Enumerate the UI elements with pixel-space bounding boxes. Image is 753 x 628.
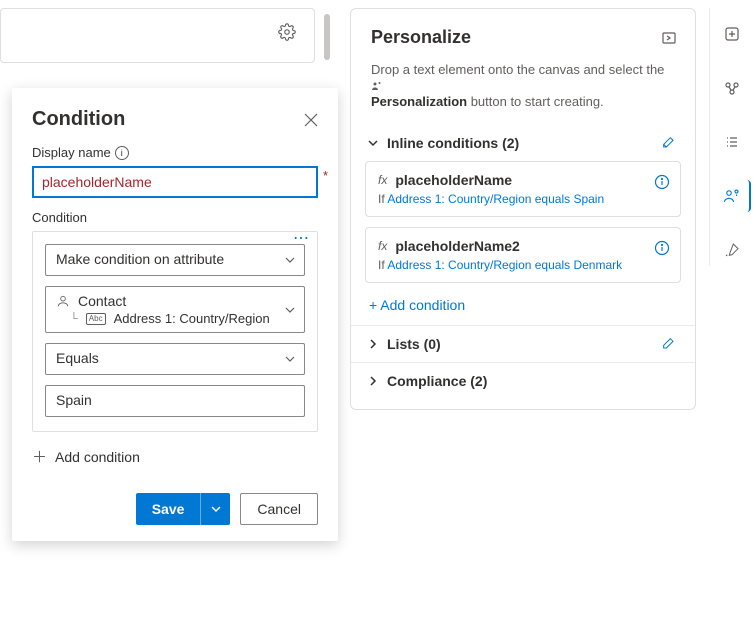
attribute-select[interactable]: Contact └ Abc Address 1: Country/Region	[45, 286, 305, 333]
rail-personalize-icon[interactable]	[719, 180, 751, 212]
cancel-button[interactable]: Cancel	[240, 493, 318, 525]
operator-select[interactable]: Equals	[45, 343, 305, 375]
rail-list-icon[interactable]	[716, 126, 748, 158]
panel-title: Personalize	[371, 27, 471, 48]
condition-summary: Address 1: Country/Region equals Spain	[387, 192, 604, 206]
save-button[interactable]: Save	[136, 493, 201, 525]
condition-builder: ⋯ Make condition on attribute Contact └ …	[32, 231, 318, 432]
personalize-panel: Personalize Drop a text element onto the…	[350, 8, 696, 410]
rail-add-icon[interactable]	[716, 18, 748, 50]
add-condition-label: Add condition	[55, 449, 140, 465]
dialog-title: Condition	[32, 108, 125, 131]
chevron-down-icon	[284, 304, 296, 316]
person-icon	[56, 294, 70, 308]
collapse-icon[interactable]	[661, 30, 677, 46]
panel-help-text: Drop a text element onto the canvas and …	[351, 58, 695, 125]
edit-icon[interactable]	[661, 135, 677, 151]
condition-card[interactable]: fx placeholderName If Address 1: Country…	[365, 161, 681, 217]
condition-mode-value: Make condition on attribute	[56, 251, 224, 267]
info-icon[interactable]	[654, 240, 670, 256]
condition-card[interactable]: fx placeholderName2 If Address 1: Countr…	[365, 227, 681, 283]
rail-brush-icon[interactable]	[716, 234, 748, 266]
display-name-input[interactable]	[32, 166, 318, 198]
rail-relation-icon[interactable]	[716, 72, 748, 104]
value-input[interactable]: Spain	[45, 385, 305, 417]
info-icon[interactable]: i	[115, 146, 129, 160]
condition-summary: Address 1: Country/Region equals Denmark	[387, 258, 622, 272]
canvas-toolbar	[0, 8, 315, 63]
gear-icon[interactable]	[278, 23, 296, 41]
personalization-icon	[371, 80, 675, 92]
edit-icon[interactable]	[661, 336, 677, 352]
required-indicator: *	[323, 168, 328, 183]
display-name-label: Display name i	[32, 145, 318, 160]
section-inline-conditions[interactable]: Inline conditions (2)	[351, 125, 695, 161]
add-condition-button[interactable]: ＋ Add condition	[32, 446, 318, 467]
condition-mode-select[interactable]: Make condition on attribute	[45, 244, 305, 276]
attribute-name: Address 1: Country/Region	[114, 311, 270, 326]
close-icon[interactable]	[304, 113, 318, 127]
canvas-scrollbar[interactable]	[321, 6, 331, 76]
info-icon[interactable]	[654, 174, 670, 190]
chevron-down-icon	[284, 353, 296, 365]
fx-icon: fx	[378, 239, 387, 253]
add-condition-link[interactable]: + Add condition	[351, 293, 695, 325]
section-compliance[interactable]: Compliance (2)	[351, 362, 695, 399]
condition-label: Condition	[32, 210, 318, 225]
section-title: Lists (0)	[387, 336, 441, 352]
condition-name: placeholderName2	[395, 238, 520, 254]
section-lists[interactable]: Lists (0)	[351, 325, 695, 362]
chevron-right-icon	[367, 338, 379, 350]
operator-value: Equals	[56, 350, 99, 366]
save-dropdown-button[interactable]	[200, 493, 230, 525]
fx-icon: fx	[378, 173, 387, 187]
condition-dialog: Condition Display name i * Condition ⋯ M…	[12, 88, 338, 541]
entity-name: Contact	[78, 293, 126, 309]
chevron-down-icon	[367, 137, 379, 149]
chevron-right-icon	[367, 375, 379, 387]
condition-name: placeholderName	[395, 172, 512, 188]
section-title: Inline conditions (2)	[387, 135, 519, 151]
chevron-down-icon	[284, 254, 296, 266]
value-text: Spain	[56, 392, 92, 408]
text-type-icon: Abc	[86, 313, 106, 325]
save-split-button[interactable]: Save	[136, 493, 231, 525]
section-title: Compliance (2)	[387, 373, 487, 389]
right-rail	[709, 8, 753, 266]
tree-branch-icon: └	[70, 313, 78, 325]
plus-icon: ＋	[32, 446, 47, 467]
